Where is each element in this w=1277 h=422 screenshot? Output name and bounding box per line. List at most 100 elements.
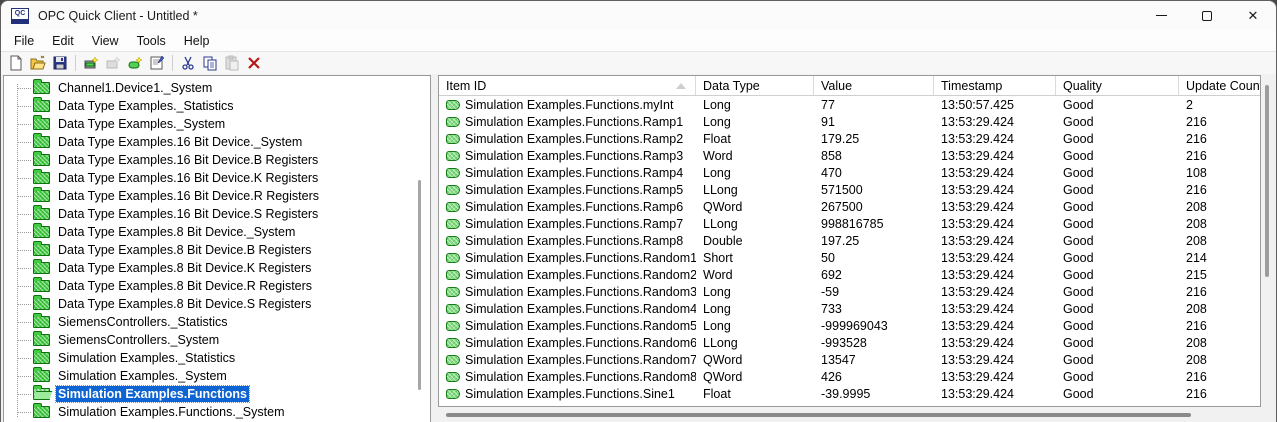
column-header-update-count[interactable]: Update Count <box>1179 76 1260 95</box>
tree-item[interactable]: Data Type Examples.16 Bit Device._System <box>4 133 430 151</box>
table-row[interactable]: Simulation Examples.Functions.Ramp4 Long… <box>439 164 1260 181</box>
tree-vertical-scrollbar[interactable] <box>418 180 421 390</box>
update-count-cell: 2 <box>1186 97 1193 112</box>
tree-item-selected[interactable]: Simulation Examples.Functions <box>4 385 430 403</box>
tree-item[interactable]: Data Type Examples.16 Bit Device.R Regis… <box>4 187 430 205</box>
tree-item[interactable]: Channel1.Device1._System <box>4 79 430 97</box>
item-id-cell: Simulation Examples.Functions.Random4 <box>439 300 696 317</box>
column-header-value[interactable]: Value <box>814 76 934 95</box>
quality-cell: Good <box>1063 318 1094 333</box>
tree-item[interactable]: Simulation Examples._System <box>4 367 430 385</box>
column-header-timestamp[interactable]: Timestamp <box>934 76 1056 95</box>
tree-item[interactable]: Data Type Examples.16 Bit Device.B Regis… <box>4 151 430 169</box>
save-file-button[interactable] <box>49 53 71 74</box>
opc-item-icon <box>446 388 460 399</box>
menu-item[interactable]: Help <box>175 32 219 50</box>
tree-item[interactable]: Data Type Examples.8 Bit Device._System <box>4 223 430 241</box>
copy-button[interactable] <box>199 53 221 74</box>
table-row[interactable]: Simulation Examples.Functions.Random5 Lo… <box>439 317 1260 334</box>
tree-item[interactable]: Simulation Examples.Functions._System <box>4 403 430 421</box>
table-row[interactable]: Simulation Examples.Functions.Ramp8 Doub… <box>439 232 1260 249</box>
column-header-data-type[interactable]: Data Type <box>696 76 814 95</box>
table-row[interactable]: Simulation Examples.Functions.Sine1 Floa… <box>439 385 1260 402</box>
table-row[interactable]: Simulation Examples.Functions.Random8 QW… <box>439 368 1260 385</box>
opc-item-icon <box>446 201 460 212</box>
table-row[interactable]: Simulation Examples.Functions.Random7 QW… <box>439 351 1260 368</box>
table-row[interactable]: Simulation Examples.Functions.Random1 Sh… <box>439 249 1260 266</box>
opc-item-icon <box>446 150 460 161</box>
menu-item[interactable]: Tools <box>128 32 175 50</box>
table-row[interactable]: Simulation Examples.Functions.Random2 Wo… <box>439 266 1260 283</box>
new-file-button[interactable] <box>5 53 27 74</box>
folder-closed-icon <box>33 259 50 274</box>
item-id-cell: Simulation Examples.Functions.Sine1 <box>439 385 696 402</box>
tree-item[interactable]: Data Type Examples.8 Bit Device.B Regist… <box>4 241 430 259</box>
list-horizontal-scrollbar[interactable] <box>446 413 1191 417</box>
new-item-button[interactable] <box>124 53 146 74</box>
menu-item[interactable]: Edit <box>43 32 83 50</box>
new-group-button[interactable] <box>102 53 124 74</box>
tree-item[interactable]: SiemensControllers._Statistics <box>4 313 430 331</box>
menu-item[interactable]: File <box>5 32 43 50</box>
tree-item[interactable]: Data Type Examples.8 Bit Device.R Regist… <box>4 277 430 295</box>
table-row[interactable]: Simulation Examples.Functions.Ramp1 Long… <box>439 113 1260 130</box>
tree-item[interactable]: Data Type Examples._System <box>4 115 430 133</box>
table-row[interactable]: Simulation Examples.Functions.Random4 Lo… <box>439 300 1260 317</box>
list-vertical-scrollbar[interactable] <box>1265 85 1269 277</box>
tree-item[interactable]: SiemensControllers._System <box>4 331 430 349</box>
folder-closed-icon <box>33 241 50 256</box>
item-id-cell: Simulation Examples.Functions.Ramp7 <box>439 215 696 232</box>
update-count-cell: 208 <box>1186 233 1207 248</box>
close-button[interactable]: ✕ <box>1230 1 1276 30</box>
quality-cell: Good <box>1063 250 1094 265</box>
timestamp-cell: 13:53:29.424 <box>941 267 1014 282</box>
item-id-text: Simulation Examples.Functions.Random5 <box>465 318 696 333</box>
item-id-text: Simulation Examples.Functions.Ramp4 <box>465 165 684 180</box>
table-row[interactable]: Simulation Examples.Functions.Ramp6 QWor… <box>439 198 1260 215</box>
column-header-item-id[interactable]: Item ID <box>439 76 696 95</box>
item-id-text: Simulation Examples.Functions.Ramp7 <box>465 216 684 231</box>
tree-item[interactable]: Data Type Examples._Statistics <box>4 97 430 115</box>
column-header-quality[interactable]: Quality <box>1056 76 1179 95</box>
item-id-text: Simulation Examples.Functions.Random4 <box>465 301 696 316</box>
menu-item[interactable]: View <box>83 32 128 50</box>
tree-item-label: Data Type Examples.8 Bit Device.R Regist… <box>58 279 313 293</box>
table-row[interactable]: Simulation Examples.Functions.Ramp7 LLon… <box>439 215 1260 232</box>
open-file-button[interactable] <box>27 53 49 74</box>
tree-item-label: Simulation Examples.Functions._System <box>58 405 285 419</box>
tree-item[interactable]: Data Type Examples.16 Bit Device.S Regis… <box>4 205 430 223</box>
timestamp-cell: 13:53:29.424 <box>941 131 1014 146</box>
item-id-cell: Simulation Examples.Functions.Random6 <box>439 334 696 351</box>
maximize-button[interactable] <box>1184 1 1230 30</box>
data-type-cell: Long <box>703 114 731 129</box>
new-server-connection-button[interactable] <box>80 53 102 74</box>
paste-button[interactable] <box>221 53 243 74</box>
tree-item-label: Data Type Examples.16 Bit Device.R Regis… <box>58 189 319 203</box>
value-cell: 179.25 <box>821 131 860 146</box>
table-row[interactable]: Simulation Examples.Functions.Ramp2 Floa… <box>439 130 1260 147</box>
new-group-icon <box>106 56 121 69</box>
properties-button[interactable] <box>146 53 168 74</box>
delete-button[interactable] <box>243 53 265 74</box>
table-row[interactable]: Simulation Examples.Functions.Ramp3 Word… <box>439 147 1260 164</box>
folder-closed-icon <box>33 205 50 220</box>
item-id-cell: Simulation Examples.Functions.Random2 <box>439 266 696 283</box>
table-row[interactable]: Simulation Examples.Functions.Random6 LL… <box>439 334 1260 351</box>
item-id-text: Simulation Examples.Functions.Ramp3 <box>465 148 684 163</box>
item-id-cell: Simulation Examples.Functions.Random7 <box>439 351 696 368</box>
table-row[interactable]: Simulation Examples.Functions.Ramp5 LLon… <box>439 181 1260 198</box>
column-header-label: Timestamp <box>941 78 1003 93</box>
tree-item-label: Data Type Examples.16 Bit Device.S Regis… <box>58 207 319 221</box>
table-row[interactable]: Simulation Examples.Functions.Random3 Lo… <box>439 283 1260 300</box>
tree-item[interactable]: Simulation Examples._Statistics <box>4 349 430 367</box>
table-row[interactable]: Simulation Examples.Functions.myInt Long… <box>439 96 1260 113</box>
tree-item[interactable]: Data Type Examples.16 Bit Device.K Regis… <box>4 169 430 187</box>
cut-button[interactable] <box>177 53 199 74</box>
minimize-button[interactable] <box>1138 1 1184 30</box>
data-type-cell: QWord <box>703 369 743 384</box>
value-cell: -39.9995 <box>821 386 871 401</box>
timestamp-cell: 13:53:29.424 <box>941 352 1014 367</box>
tree-item[interactable]: Data Type Examples.8 Bit Device.K Regist… <box>4 259 430 277</box>
tree-item[interactable]: Data Type Examples.8 Bit Device.S Regist… <box>4 295 430 313</box>
timestamp-cell: 13:53:29.424 <box>941 318 1014 333</box>
